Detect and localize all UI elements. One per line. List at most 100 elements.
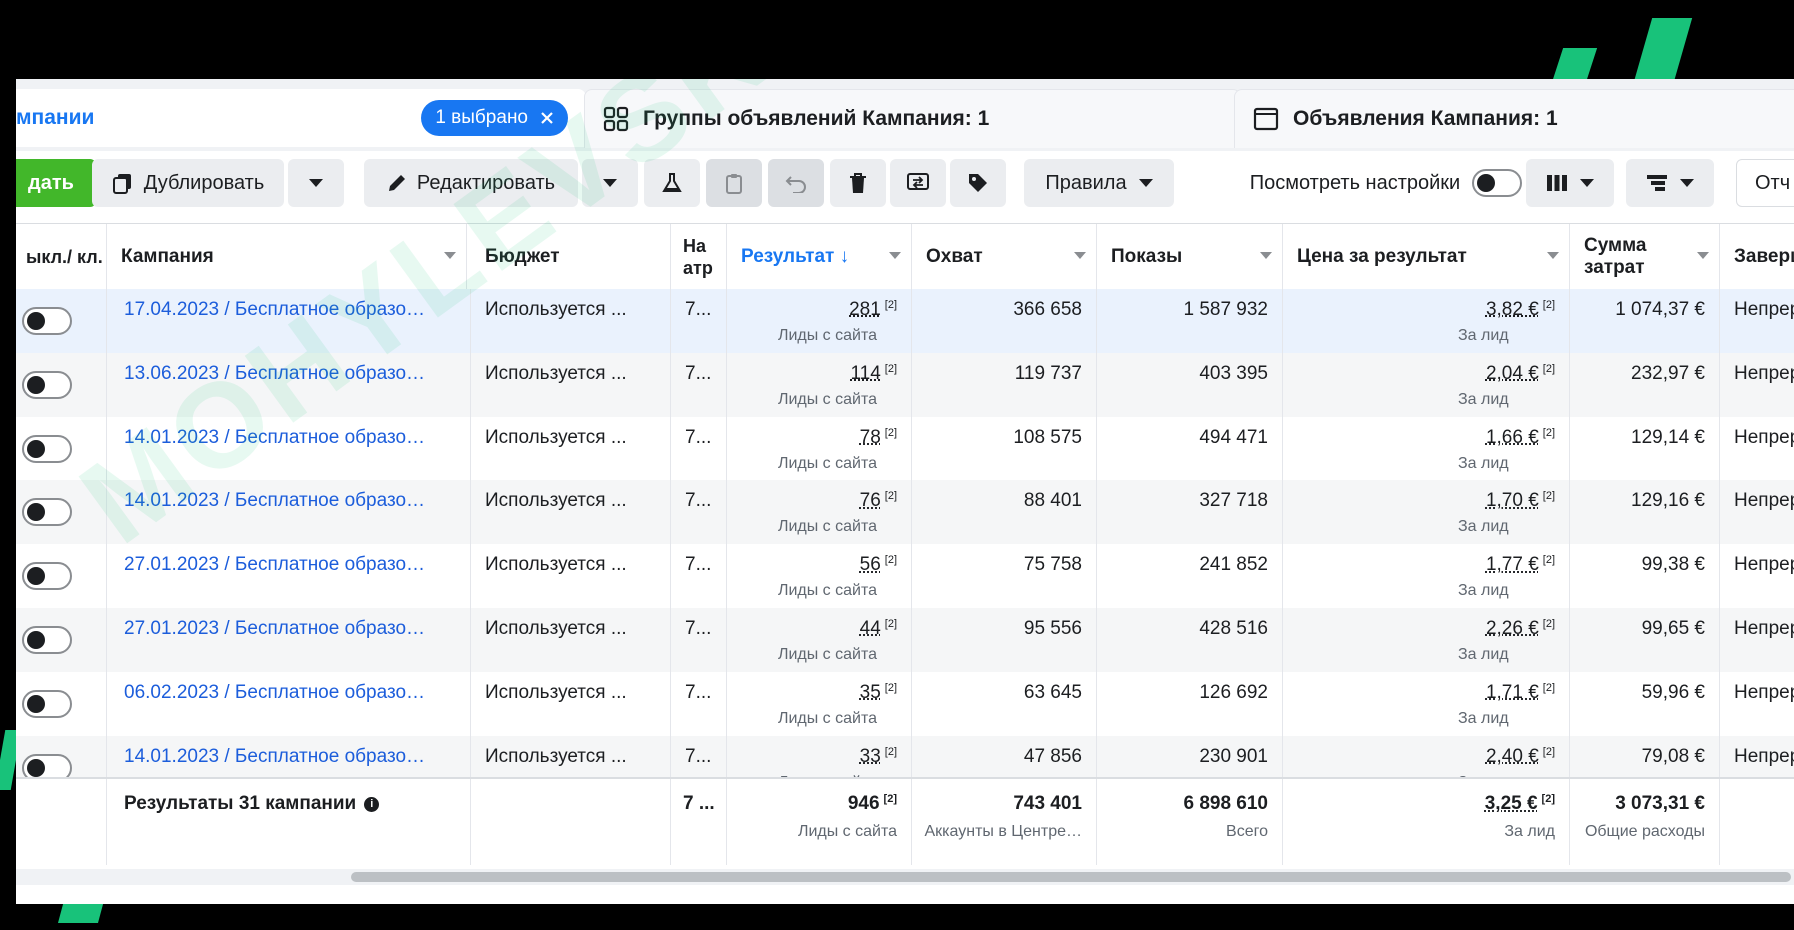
column-header-spend[interactable]: Сумма затрат <box>1570 224 1720 290</box>
cell-attr: 7... <box>671 352 727 417</box>
cell-budget-value: Используется ... <box>485 745 627 767</box>
footnote-marker: [2] <box>1542 362 1555 375</box>
duplicate-dropdown-button[interactable] <box>288 159 344 207</box>
sort-caret-icon[interactable] <box>444 252 456 259</box>
ab-test-button[interactable] <box>644 159 700 207</box>
cell-cost-value: 1,66 € <box>1485 426 1539 448</box>
toggle-knob <box>27 631 45 649</box>
column-header-budget[interactable]: Бюджет <box>471 224 671 290</box>
campaign-on-off-toggle[interactable] <box>22 498 72 527</box>
cell-spend-value: 79,08 € <box>1641 745 1705 767</box>
column-header-cost[interactable]: Цена за результат <box>1283 224 1570 290</box>
column-header-campaign[interactable]: Кампания <box>107 224 467 290</box>
cell-campaign-value[interactable]: 06.02.2023 / Бесплатное образо… <box>124 682 425 703</box>
reports-button[interactable]: Отч <box>1736 159 1794 207</box>
footnote-marker: [2] <box>884 618 897 630</box>
column-header-toggle[interactable]: ыкл./ кл. <box>16 224 107 290</box>
scrollbar-thumb[interactable] <box>351 872 1791 882</box>
cell-spend-value: 99,65 € <box>1641 618 1705 639</box>
view-settings-toggle[interactable] <box>1472 169 1523 197</box>
export-button[interactable] <box>890 159 946 207</box>
table-row[interactable]: 06.02.2023 / Бесплатное образо… Используе… <box>16 671 1794 736</box>
column-header-label: На атр <box>683 236 713 278</box>
campaign-on-off-toggle[interactable] <box>22 370 72 399</box>
cell-campaign-value[interactable]: 17.04.2023 / Бесплатное образо… <box>124 299 425 320</box>
column-header-attribution[interactable]: На атр <box>671 224 727 290</box>
cell-attr-value: 7... <box>685 618 712 639</box>
cell-campaign-value[interactable]: 27.01.2023 / Бесплатное образо… <box>124 618 425 639</box>
cell-reach-value: 75 758 <box>1023 554 1082 576</box>
row-toggle-cell <box>16 544 107 609</box>
summary-reach-value: 743 401 <box>1013 793 1082 815</box>
table-row[interactable]: 14.01.2023 / Бесплатное образо… Используе… <box>16 416 1794 481</box>
view-settings[interactable]: Посмотреть настройки <box>1236 159 1536 207</box>
sort-caret-icon[interactable] <box>1260 252 1272 259</box>
cell-cost: 1,70 € [2] За лид <box>1283 480 1570 545</box>
cell-cost-caption: За лид <box>1458 327 1509 344</box>
cell-campaign-value[interactable]: 14.01.2023 / Бесплатное образо… <box>124 746 425 767</box>
table-row[interactable]: 27.01.2023 / Бесплатное образо… Используе… <box>16 544 1794 609</box>
footnote-marker: [2] <box>1542 554 1555 567</box>
campaign-on-off-toggle[interactable] <box>22 689 72 718</box>
sort-caret-icon[interactable] <box>1697 252 1709 259</box>
tab-campaigns[interactable]: мпании 1 выбрано <box>16 89 586 147</box>
undo-button[interactable] <box>768 159 824 207</box>
sort-caret-icon[interactable] <box>889 252 901 259</box>
columns-icon <box>1547 175 1567 191</box>
table-header: ыкл./ кл. Кампания Бюджет На атр Результ… <box>16 223 1794 291</box>
clipboard-button[interactable] <box>706 159 762 207</box>
create-button[interactable]: дать <box>16 159 96 207</box>
table-row[interactable]: 27.01.2023 / Бесплатное образо… Используе… <box>16 608 1794 672</box>
cell-campaign-value[interactable]: 14.01.2023 / Бесплатное образо… <box>124 427 425 448</box>
edit-dropdown-button[interactable] <box>582 159 638 207</box>
duplicate-button[interactable]: Дублировать <box>92 159 284 207</box>
delete-button[interactable] <box>830 159 886 207</box>
column-header-label: ыкл./ кл. <box>26 247 103 267</box>
selected-badge[interactable]: 1 выбрано <box>421 100 568 136</box>
cell-cost-value: 1,71 € <box>1485 681 1539 703</box>
cell-ends-value: Непреры <box>1734 490 1794 512</box>
columns-button[interactable] <box>1526 159 1614 207</box>
horizontal-scrollbar[interactable] <box>16 869 1794 885</box>
rules-button[interactable]: Правила <box>1024 159 1174 207</box>
cell-budget: Используется ... <box>471 480 671 545</box>
cell-campaign-value[interactable]: 14.01.2023 / Бесплатное образо… <box>124 490 425 511</box>
cell-impressions-value: 428 516 <box>1199 618 1268 639</box>
cell-result: 44 [2] Лиды с сайта <box>727 608 912 672</box>
cell-attr-value: 7... <box>685 426 712 448</box>
close-icon[interactable] <box>540 111 554 125</box>
table-row[interactable]: 13.06.2023 / Бесплатное образо… Используе… <box>16 352 1794 417</box>
cell-budget-value: Используется ... <box>485 490 627 512</box>
summary-cell <box>1720 779 1794 865</box>
breakdown-button[interactable] <box>1626 159 1714 207</box>
column-header-impressions[interactable]: Показы <box>1097 224 1283 290</box>
summary-result-caption: Лиды с сайта <box>797 823 897 841</box>
cell-campaign: 17.04.2023 / Бесплатное образо… <box>107 289 471 353</box>
sort-caret-icon[interactable] <box>1074 252 1086 259</box>
column-header-ends[interactable]: Заверш <box>1720 224 1794 290</box>
caret-down-icon <box>1680 179 1694 187</box>
tag-button[interactable] <box>950 159 1006 207</box>
cell-ends: Непреры <box>1720 608 1794 672</box>
info-icon[interactable]: i <box>364 796 380 812</box>
campaign-on-off-toggle[interactable] <box>22 307 72 335</box>
toggle-knob <box>27 503 45 522</box>
table-row[interactable]: 14.01.2023 / Бесплатное образо… Используе… <box>16 480 1794 545</box>
campaign-on-off-toggle[interactable] <box>22 434 72 463</box>
tab-ads[interactable]: Объявления Кампания: 1 <box>1234 89 1794 148</box>
caret-down-icon <box>1580 179 1594 187</box>
toggle-knob <box>27 312 45 330</box>
campaign-on-off-toggle[interactable] <box>22 562 72 591</box>
edit-button[interactable]: Редактировать <box>364 159 578 207</box>
cell-campaign-value[interactable]: 13.06.2023 / Бесплатное образо… <box>124 363 425 384</box>
cell-campaign-value[interactable]: 27.01.2023 / Бесплатное образо… <box>124 554 425 575</box>
tab-adsets[interactable]: Группы объявлений Кампания: 1 <box>584 89 1241 148</box>
sort-caret-icon[interactable] <box>1547 252 1559 259</box>
column-header-result[interactable]: Результат ↓ <box>727 224 912 290</box>
campaign-on-off-toggle[interactable] <box>22 626 72 654</box>
cell-budget: Используется ... <box>471 671 671 736</box>
cell-attr: 7... <box>671 544 727 609</box>
table-row[interactable]: 17.04.2023 / Бесплатное образо… Используе… <box>16 289 1794 353</box>
column-header-reach[interactable]: Охват <box>912 224 1097 290</box>
summary-label-value: Результаты 31 кампании <box>124 793 357 815</box>
